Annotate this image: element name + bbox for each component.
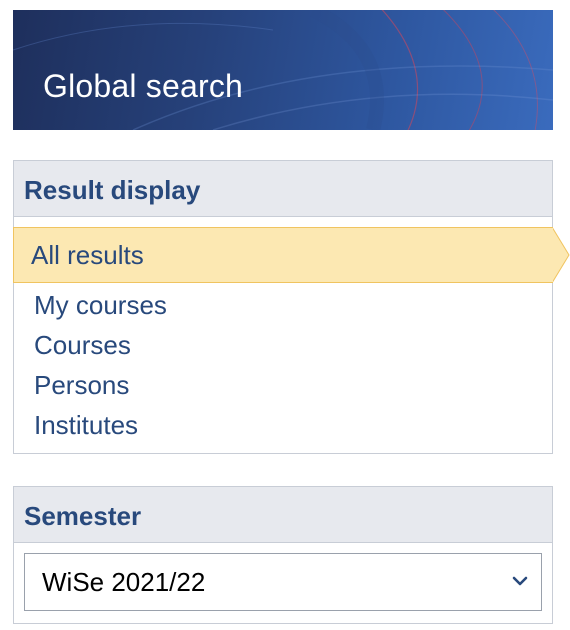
result-item-institutes[interactable]: Institutes xyxy=(14,405,552,445)
result-item-courses[interactable]: Courses xyxy=(14,325,552,365)
chevron-down-icon xyxy=(512,576,528,586)
result-item-my-courses[interactable]: My courses xyxy=(14,285,552,325)
result-item-label: Courses xyxy=(34,330,131,360)
result-item-label: Persons xyxy=(34,370,130,400)
result-item-persons[interactable]: Persons xyxy=(14,365,552,405)
active-indicator-arrow xyxy=(552,227,570,283)
semester-selected-value: WiSe 2021/22 xyxy=(42,567,206,597)
result-item-label: All results xyxy=(31,240,144,270)
semester-header: Semester xyxy=(14,487,552,543)
semester-widget: Semester WiSe 2021/22 xyxy=(13,486,553,624)
page-header-banner: Global search xyxy=(13,10,553,130)
semester-select[interactable]: WiSe 2021/22 xyxy=(24,553,542,611)
semester-heading: Semester xyxy=(24,501,142,531)
result-item-label: My courses xyxy=(34,290,167,320)
result-display-widget: Result display All results My courses Co… xyxy=(13,160,570,454)
result-item-label: Institutes xyxy=(34,410,139,440)
result-item-all-results[interactable]: All results xyxy=(13,227,570,283)
result-display-header: Result display xyxy=(14,161,552,217)
result-display-heading: Result display xyxy=(24,175,201,205)
page-title: Global search xyxy=(43,68,244,104)
result-display-list: All results My courses Courses Persons I… xyxy=(13,227,570,445)
